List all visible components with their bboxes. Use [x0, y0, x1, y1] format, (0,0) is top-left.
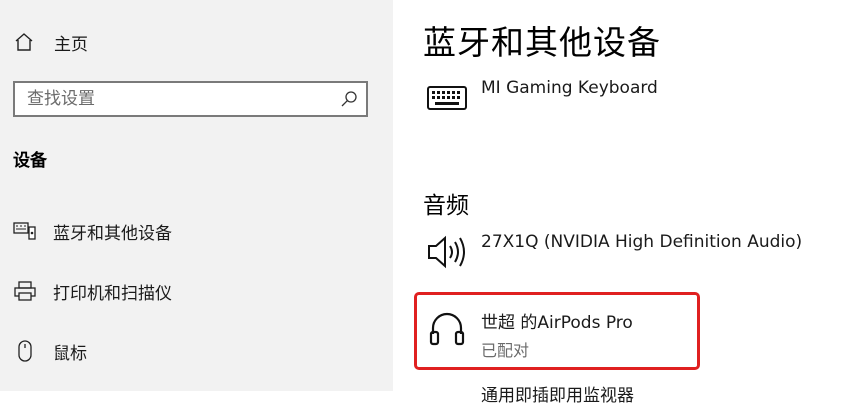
sidebar-item-label: 蓝牙和其他设备	[53, 223, 172, 244]
bluetooth-devices-icon	[13, 219, 37, 243]
device-name: 27X1Q (NVIDIA High Definition Audio)	[481, 232, 803, 252]
search-input[interactable]	[27, 83, 327, 115]
sidebar-item-label: 打印机和扫描仪	[53, 283, 172, 304]
sidebar-item-mouse[interactable]: 鼠标	[13, 337, 87, 365]
section-heading-audio: 音频	[423, 193, 469, 219]
sidebar-item-printers[interactable]: 打印机和扫描仪	[13, 277, 172, 305]
search-box[interactable]	[13, 81, 368, 117]
sidebar-item-label: 鼠标	[53, 343, 87, 364]
device-name-cut-off: 通用即插即用监视器	[481, 386, 634, 406]
sidebar-item-bluetooth[interactable]: 蓝牙和其他设备	[13, 217, 172, 245]
device-name: MI Gaming Keyboard	[481, 78, 658, 98]
speaker-icon	[425, 232, 469, 272]
printer-icon	[13, 279, 37, 303]
mouse-icon	[13, 339, 37, 363]
sidebar-home[interactable]: 主页	[13, 28, 88, 56]
highlight-annotation-box	[414, 292, 700, 370]
main-content: 蓝牙和其他设备 MI Gaming Keyboard 音频 27X1Q (NVI…	[393, 0, 845, 406]
device-item-monitor-audio[interactable]: 27X1Q (NVIDIA High Definition Audio)	[425, 232, 802, 272]
device-item-keyboard[interactable]: MI Gaming Keyboard	[425, 78, 658, 118]
keyboard-icon	[425, 78, 469, 118]
sidebar: 主页 设备 蓝牙和其他设备 打印机和扫描仪	[0, 0, 393, 391]
page-title: 蓝牙和其他设备	[423, 23, 661, 62]
search-icon[interactable]	[340, 90, 358, 108]
section-heading-devices: 设备	[13, 151, 47, 171]
home-icon	[13, 31, 35, 53]
sidebar-home-label: 主页	[54, 34, 88, 55]
